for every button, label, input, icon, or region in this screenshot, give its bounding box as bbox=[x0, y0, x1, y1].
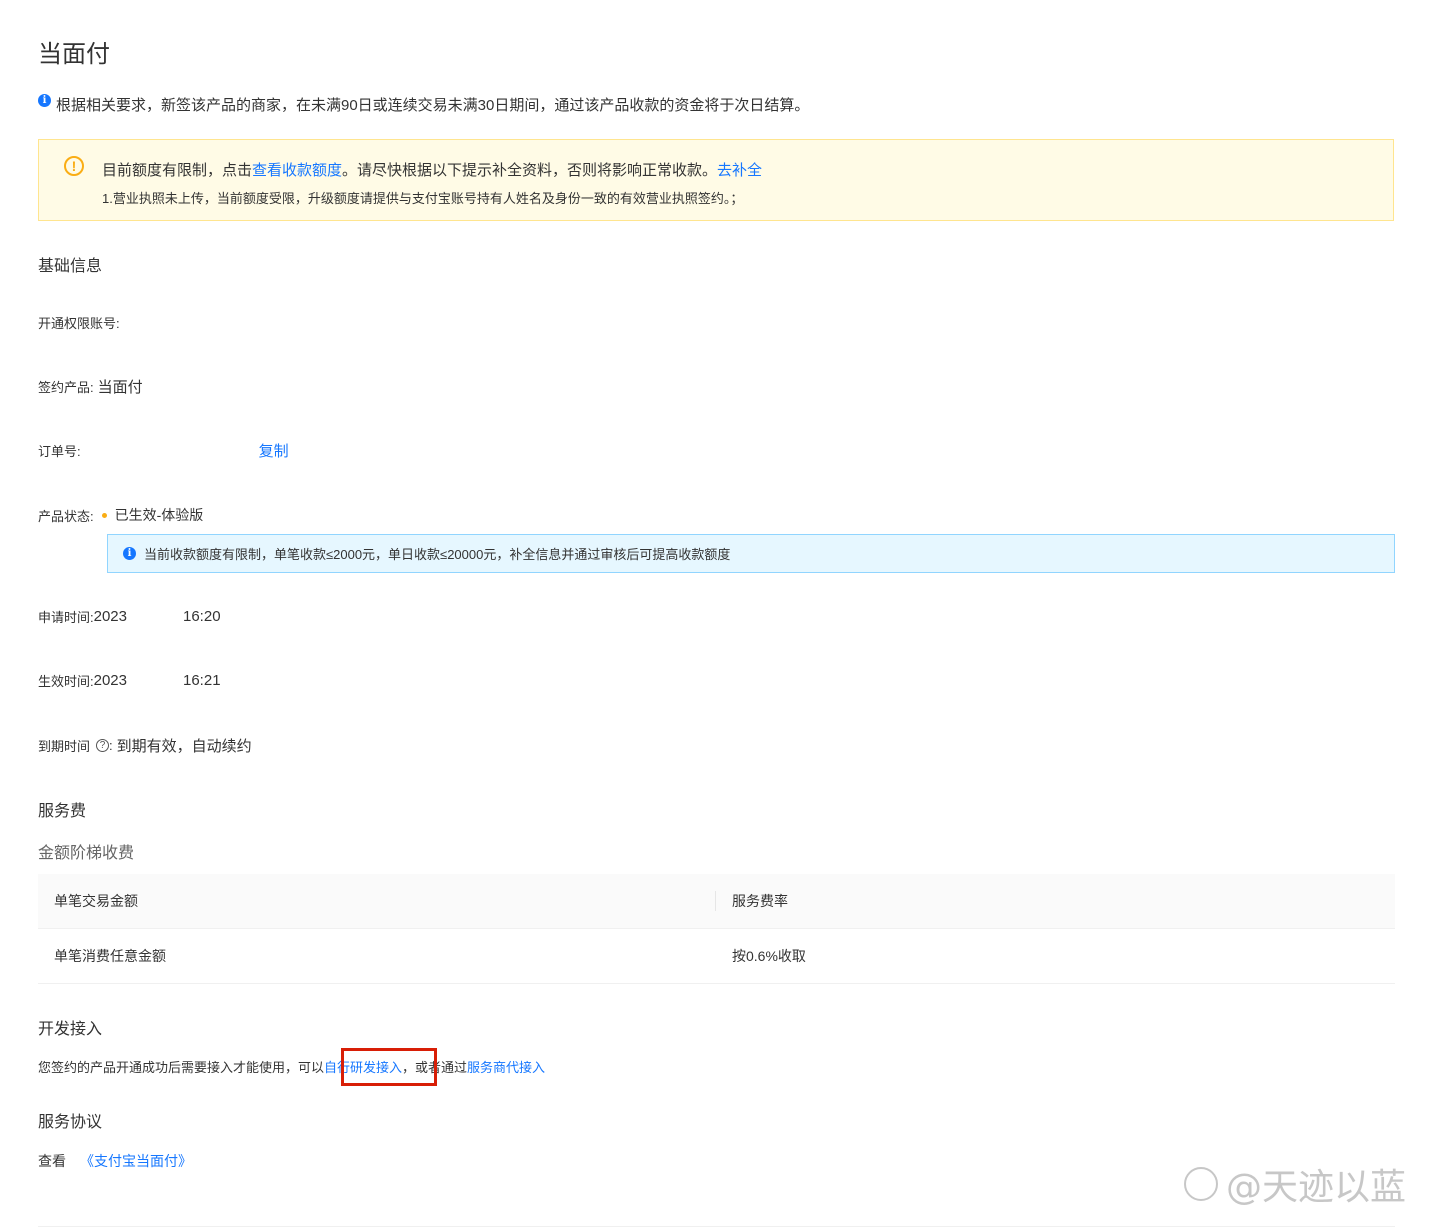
page-title: 当面付 bbox=[38, 41, 110, 68]
expire-time-row: 到期时间 ? : 到期有效，自动续约 bbox=[38, 735, 252, 756]
product-row: 签约产品: 当面付 bbox=[38, 376, 143, 397]
watermark: @天迹以蓝 bbox=[1183, 1158, 1406, 1210]
warning-detail-text: 1.营业执照未上传，当前额度受限，升级额度请提供与支付宝账号持有人姓名及身份一致… bbox=[102, 191, 744, 206]
expire-time-label: 到期时间 bbox=[38, 739, 91, 754]
effective-time: 16:21 bbox=[183, 672, 221, 689]
apply-time-label: 申请时间: bbox=[38, 610, 94, 625]
order-row: 订单号: 复制 bbox=[38, 440, 289, 461]
order-label: 订单号: bbox=[38, 444, 81, 459]
settlement-notice-text: 根据相关要求，新签该产品的商家，在未满90日或连续交易未满30日期间，通过该产品… bbox=[56, 97, 810, 114]
cell-rate: 按0.6%收取 bbox=[716, 928, 1395, 984]
view-quota-link[interactable]: 查看收款额度 bbox=[252, 162, 342, 179]
agreement-doc-link[interactable]: 《支付宝当面付》 bbox=[80, 1153, 192, 1169]
apply-time-row: 申请时间: 2023 16:20 bbox=[38, 607, 221, 626]
copy-order-link[interactable]: 复制 bbox=[259, 440, 289, 461]
apply-date: 2023 bbox=[93, 608, 127, 625]
status-row: 产品状态: 已生效-体验版 bbox=[38, 505, 203, 525]
product-label: 签约产品: bbox=[38, 380, 94, 395]
expire-time-value: 到期有效，自动续约 bbox=[116, 738, 252, 755]
effective-time-row: 生效时间: 2023 16:21 bbox=[38, 671, 221, 690]
highlight-annotation bbox=[341, 1048, 437, 1086]
agreement-title: 服务协议 bbox=[38, 1114, 103, 1131]
watermark-text: @天迹以蓝 bbox=[1225, 1167, 1406, 1208]
status-dot-icon bbox=[101, 512, 107, 518]
divider bbox=[38, 1226, 1395, 1227]
agent-access-link[interactable]: 服务商代接入 bbox=[467, 1060, 545, 1075]
effective-time-label: 生效时间: bbox=[38, 674, 94, 689]
question-circle-icon[interactable]: ? bbox=[96, 739, 110, 752]
settlement-notice: i 根据相关要求，新签该产品的商家，在未满90日或连续交易未满30日期间，通过该… bbox=[38, 94, 809, 115]
info-icon: i bbox=[123, 547, 136, 560]
view-label: 查看 bbox=[38, 1153, 66, 1169]
account-row: 开通权限账号: bbox=[38, 313, 120, 332]
service-fee-title: 服务费 bbox=[38, 803, 87, 820]
limit-info-text: 当前收款额度有限制，单笔收款≤2000元，单日收款≤20000元，补全信息并通过… bbox=[144, 547, 731, 562]
cell-amount: 单笔消费任意金额 bbox=[38, 928, 716, 984]
apply-time: 16:20 bbox=[183, 608, 221, 625]
warning-main-text: 目前额度有限制，点击查看收款额度。请尽快根据以下提示补全资料，否则将影响正常收款… bbox=[102, 162, 763, 179]
effective-date: 2023 bbox=[93, 672, 127, 689]
complete-info-link[interactable]: 去补全 bbox=[717, 162, 762, 179]
agreement-row: 查看 《支付宝当面付》 bbox=[38, 1151, 192, 1171]
basic-info-title: 基础信息 bbox=[38, 258, 103, 275]
dev-access-title: 开发接入 bbox=[38, 1021, 103, 1038]
exclamation-circle-icon: ! bbox=[64, 156, 84, 176]
paw-logo-icon bbox=[1183, 1167, 1218, 1201]
service-fee-subtitle: 金额阶梯收费 bbox=[38, 845, 135, 862]
status-label: 产品状态: bbox=[38, 508, 94, 524]
info-icon: i bbox=[38, 94, 51, 107]
product-value: 当面付 bbox=[97, 379, 143, 396]
status-value: 已生效-体验版 bbox=[114, 507, 204, 523]
limit-info-banner: i 当前收款额度有限制，单笔收款≤2000元，单日收款≤20000元，补全信息并… bbox=[107, 534, 1395, 573]
dev-access-text: 您签约的产品开通成功后需要接入才能使用，可以自行研发接入，或者通过服务商代接入 bbox=[38, 1060, 546, 1075]
account-label: 开通权限账号: bbox=[38, 316, 120, 331]
quota-warning-banner: ! 目前额度有限制，点击查看收款额度。请尽快根据以下提示补全资料，否则将影响正常… bbox=[38, 139, 1394, 221]
table-header-row: 单笔交易金额 服务费率 bbox=[38, 874, 1395, 929]
table-row: 单笔消费任意金额 按0.6%收取 bbox=[38, 928, 1395, 984]
column-header-amount: 单笔交易金额 bbox=[38, 874, 716, 929]
fee-table: 单笔交易金额 服务费率 单笔消费任意金额 按0.6%收取 bbox=[38, 874, 1395, 984]
column-header-rate: 服务费率 bbox=[716, 874, 1395, 929]
